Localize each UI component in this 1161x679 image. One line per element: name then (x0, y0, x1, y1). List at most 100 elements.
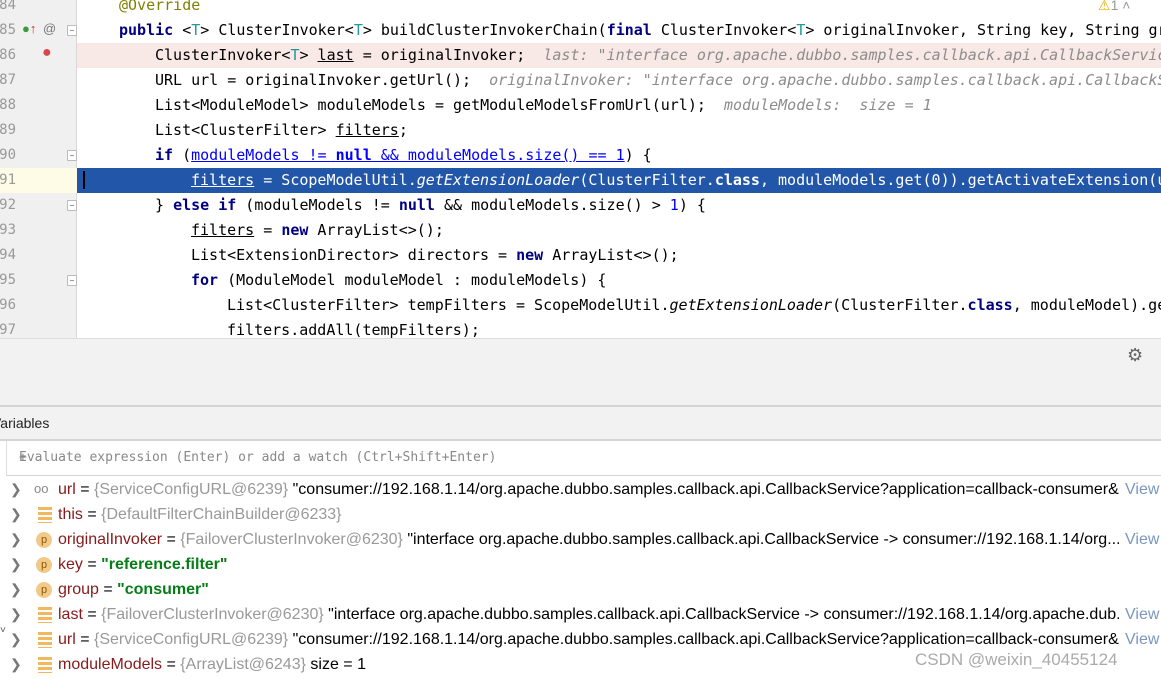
code-token: last (317, 46, 354, 64)
code-text: URL url = originalInvoker.getUrl(); orig… (155, 68, 1161, 93)
code-token: filters (191, 221, 255, 239)
code-token: if (155, 146, 174, 164)
variable-value: "consumer://192.168.1.14/org.apache.dubb… (292, 481, 1133, 498)
line-number[interactable]: 89 (0, 118, 16, 143)
expand-chevron-icon[interactable]: ❯ (10, 527, 22, 552)
code-line[interactable]: 89 List<ClusterFilter> filters; (0, 118, 1161, 143)
line-number[interactable]: 90 (0, 143, 16, 168)
variable-value: size = 1 (310, 656, 366, 673)
add-watch-icon[interactable]: + (19, 450, 1147, 465)
line-number[interactable]: 85 (0, 18, 16, 43)
code-token: > buildClusterInvokerChain( (362, 21, 607, 39)
line-number[interactable]: 84 (0, 0, 16, 18)
code-token: final (606, 21, 652, 39)
code-token: filters (191, 171, 255, 189)
code-token: ; (398, 121, 408, 139)
code-line[interactable]: 87 URL url = originalInvoker.getUrl(); or… (0, 68, 1161, 93)
code-text: } else if (moduleModels != null && modul… (155, 193, 706, 218)
code-line[interactable]: 97 filters.addAll(tempFilters); (0, 318, 1161, 338)
code-token: (moduleModels != (236, 196, 399, 214)
variable-text: originalInvoker = {FailoverClusterInvoke… (58, 531, 1125, 548)
view-link[interactable]: View (1119, 602, 1160, 627)
gear-icon[interactable]: ⚙ (1127, 345, 1143, 366)
fold-marker[interactable] (67, 25, 77, 36)
code-line[interactable]: 90 if (moduleModels != null && moduleMode… (0, 143, 1161, 168)
line-number[interactable]: 87 (0, 68, 16, 93)
variables-tree[interactable]: ❯ oo url = {ServiceConfigURL@6239} "consum… (0, 477, 1161, 679)
code-line[interactable]: 92 } else if (moduleModels != null && mod… (0, 193, 1161, 218)
variable-name: group (58, 581, 99, 598)
fold-marker[interactable] (67, 275, 77, 286)
code-token: = (254, 221, 282, 239)
line-number[interactable]: 91 (0, 168, 16, 193)
code-token: = originalInvoker; (353, 46, 544, 64)
variable-type: {FailoverClusterInvoker@6230} (101, 606, 324, 623)
line-number[interactable]: 96 (0, 293, 16, 318)
chevron-up-icon[interactable]: ˄ (1122, 0, 1130, 13)
line-number[interactable]: 92 (0, 193, 16, 218)
expand-chevron-icon[interactable]: ❯ (10, 477, 22, 502)
expand-chevron-icon[interactable]: ❯ (10, 577, 22, 602)
code-text: List<ClusterFilter> filters; (155, 118, 408, 143)
code-line[interactable]: 86 ClusterInvoker<T> last = originalInvok… (0, 43, 1161, 68)
implements-override-icon[interactable]: ●↑ (22, 21, 36, 36)
code-line[interactable]: 94 List<ExtensionDirector> directors = ne… (0, 243, 1161, 268)
code-token: && moduleModels.size() == (371, 146, 616, 164)
variable-row[interactable]: ❯ last = {FailoverClusterInvoker@6230} "i… (0, 602, 1161, 627)
variable-row[interactable]: ❯ this = {DefaultFilterChainBuilder@6233} (0, 502, 1161, 527)
variable-text: group = "consumer" (58, 581, 209, 598)
expand-chevron-icon[interactable]: ❯ (10, 627, 22, 652)
code-token: T (353, 21, 363, 39)
line-number[interactable]: 86 (0, 43, 16, 68)
inline-debug-value: moduleModels: size = 1 (723, 96, 932, 114)
code-line[interactable]: 93 filters = new ArrayList<>(); (0, 218, 1161, 243)
code-token: > (299, 46, 318, 64)
variables-tab-label[interactable]: Variables (0, 415, 49, 431)
code-token: > originalInvoker, String key, String gr (805, 21, 1161, 39)
code-line[interactable]: 88 List<ModuleModel> moduleModels = getMo… (0, 93, 1161, 118)
variable-row[interactable]: ❯ oo url = {ServiceConfigURL@6239} "consum… (0, 477, 1161, 502)
evaluate-expression-input[interactable]: Evaluate expression (Enter) or add a wat… (6, 441, 1161, 476)
variable-row[interactable]: ❯ p key = "reference.filter" (0, 552, 1161, 577)
view-link[interactable]: View (1119, 627, 1160, 652)
code-line[interactable]: 91 filters = ScopeModelUtil.getExtensionL… (0, 168, 1161, 193)
annotation-icon[interactable]: @ (43, 21, 56, 36)
expand-chevron-icon[interactable]: ❯ (10, 652, 22, 677)
code-token: ArrayList<>(); (308, 221, 444, 239)
inspection-widget[interactable]: ⚠1 ˄ (1098, 0, 1130, 14)
fold-marker[interactable] (67, 150, 77, 161)
expand-chevron-icon[interactable]: ❯ (10, 552, 22, 577)
code-token: List<ClusterFilter> (155, 121, 336, 139)
variable-value: "consumer://192.168.1.14/org.apache.dubb… (292, 631, 1133, 648)
code-line[interactable]: 85 public <T> ClusterInvoker<T> buildClus… (0, 18, 1161, 43)
line-number[interactable]: 97 (0, 318, 16, 338)
code-token: (ClusterFilter. (579, 171, 715, 189)
variable-row[interactable]: ❯ url = {ServiceConfigURL@6239} "consumer… (0, 627, 1161, 652)
code-token: ) { (624, 146, 652, 164)
view-link[interactable]: View (1119, 477, 1160, 502)
code-text: filters.addAll(tempFilters); (227, 318, 480, 338)
view-link[interactable]: View (1119, 527, 1160, 552)
variable-row[interactable]: ❯ p group = "consumer" (0, 577, 1161, 602)
breakpoint-icon[interactable]: ● (42, 44, 52, 62)
code-line[interactable]: 84 @Override (0, 0, 1161, 18)
line-number[interactable]: 88 (0, 93, 16, 118)
code-token: getExtensionLoader (669, 296, 833, 314)
code-token: T (191, 21, 201, 39)
watermark: CSDN @weixin_40455124 (915, 650, 1118, 669)
field-icon (38, 507, 52, 523)
line-number[interactable]: 94 (0, 243, 16, 268)
expand-chevron-icon[interactable]: ❯ (10, 602, 22, 627)
variable-row[interactable]: ❯ p originalInvoker = {FailoverClusterInvo… (0, 527, 1161, 552)
code-token: class (967, 296, 1013, 314)
variable-name: this (58, 506, 83, 523)
expand-chevron-icon[interactable]: ❯ (10, 502, 22, 527)
line-number[interactable]: 93 (0, 218, 16, 243)
code-line[interactable]: 96 List<ClusterFilter> tempFilters = Scop… (0, 293, 1161, 318)
field-icon (38, 632, 52, 648)
fold-marker[interactable] (67, 200, 77, 211)
line-number[interactable]: 95 (0, 268, 16, 293)
code-line[interactable]: 95 for (ModuleModel moduleModel : moduleM… (0, 268, 1161, 293)
code-editor[interactable]: 84 @Override 85 public <T> ClusterInvoker<T… (0, 0, 1161, 338)
variable-value: "interface org.apache.dubbo.samples.call… (407, 531, 1125, 548)
